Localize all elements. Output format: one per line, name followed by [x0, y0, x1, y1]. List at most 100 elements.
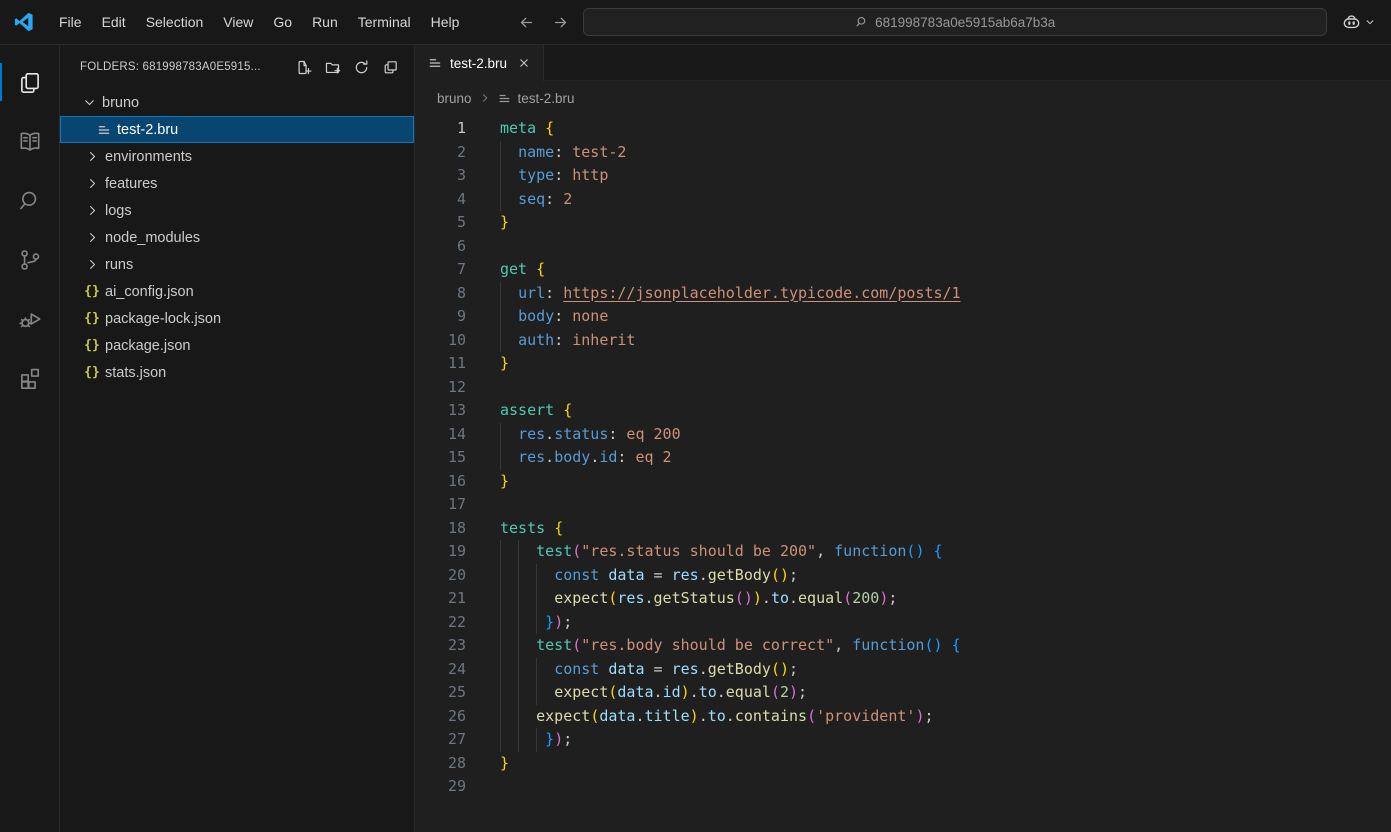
- code-line-7[interactable]: 7get {: [415, 258, 1391, 282]
- refresh-explorer-icon[interactable]: [351, 57, 371, 77]
- code-line-3[interactable]: 3 type: http: [415, 164, 1391, 188]
- tree-item-test-2-bru[interactable]: test-2.bru: [60, 116, 414, 143]
- tree-item-features[interactable]: features: [60, 170, 414, 197]
- line-number: 1: [415, 117, 466, 141]
- activitybar-explorer[interactable]: [0, 53, 60, 112]
- menu-view[interactable]: View: [213, 14, 263, 30]
- code-line-9[interactable]: 9 body: none: [415, 305, 1391, 329]
- tree-item-runs[interactable]: runs: [60, 251, 414, 278]
- code-line-4[interactable]: 4 seq: 2: [415, 188, 1391, 212]
- new-folder-icon[interactable]: [322, 57, 342, 77]
- indent-guide: [500, 728, 501, 752]
- indent-guide: [500, 164, 501, 188]
- code-line-20[interactable]: 20 const data = res.getBody();: [415, 564, 1391, 588]
- code-line-29[interactable]: 29: [415, 775, 1391, 799]
- command-center-search[interactable]: 681998783a0e5915ab6a7b3a: [583, 8, 1327, 36]
- files-icon: [17, 70, 43, 96]
- tree-item-node-modules[interactable]: node_modules: [60, 224, 414, 251]
- activitybar-extensions[interactable]: [0, 348, 60, 407]
- menu-selection[interactable]: Selection: [136, 14, 214, 30]
- chevron-down-icon: [81, 95, 97, 111]
- code-line-24[interactable]: 24 const data = res.getBody();: [415, 658, 1391, 682]
- folders-section-title: FOLDERS: 681998783A0E5915...: [80, 61, 293, 73]
- code-line-15[interactable]: 15 res.body.id: eq 2: [415, 446, 1391, 470]
- activity-bar: [0, 45, 60, 832]
- code-line-22[interactable]: 22 });: [415, 611, 1391, 635]
- code-line-19[interactable]: 19 test("res.status should be 200", func…: [415, 540, 1391, 564]
- close-icon[interactable]: [515, 54, 533, 72]
- json-file-icon: {}: [84, 365, 100, 381]
- code-line-28[interactable]: 28}: [415, 752, 1391, 776]
- line-number: 5: [415, 211, 466, 235]
- tree-item-label: logs: [105, 203, 132, 219]
- tree-item-stats-json[interactable]: {}stats.json: [60, 359, 414, 386]
- breadcrumb-item-folder[interactable]: bruno: [437, 91, 472, 106]
- explorer-sidebar: FOLDERS: 681998783A0E5915... brunotest-2…: [60, 45, 415, 832]
- tree-item-bruno[interactable]: bruno: [60, 89, 414, 116]
- tree-item-package-json[interactable]: {}package.json: [60, 332, 414, 359]
- activitybar-source-control[interactable]: [0, 230, 60, 289]
- code-line-2[interactable]: 2 name: test-2: [415, 141, 1391, 165]
- line-number: 11: [415, 352, 466, 376]
- indent-guide: [518, 611, 519, 635]
- tab-bar-empty-space: [544, 45, 1391, 81]
- new-file-icon[interactable]: [293, 57, 313, 77]
- code-line-25[interactable]: 25 expect(data.id).to.equal(2);: [415, 681, 1391, 705]
- code-line-8[interactable]: 8 url: https://jsonplaceholder.typicode.…: [415, 282, 1391, 306]
- arrow-right-icon[interactable]: [549, 11, 571, 33]
- code-line-26[interactable]: 26 expect(data.title).to.contains('provi…: [415, 705, 1391, 729]
- activitybar-run-and-debug[interactable]: [0, 289, 60, 348]
- line-number: 21: [415, 587, 466, 611]
- indent-guide: [500, 540, 501, 564]
- indent-guide: [518, 540, 519, 564]
- code-line-18[interactable]: 18tests {: [415, 517, 1391, 541]
- code-line-17[interactable]: 17: [415, 493, 1391, 517]
- code-line-11[interactable]: 11}: [415, 352, 1391, 376]
- tree-item-environments[interactable]: environments: [60, 143, 414, 170]
- menu-run[interactable]: Run: [302, 14, 348, 30]
- code-line-13[interactable]: 13assert {: [415, 399, 1391, 423]
- code-text: }: [500, 752, 509, 776]
- extensions-icon: [17, 365, 43, 391]
- explorer-header: FOLDERS: 681998783A0E5915...: [60, 45, 414, 89]
- activitybar-docs-book[interactable]: [0, 112, 60, 171]
- menu-terminal[interactable]: Terminal: [348, 14, 421, 30]
- chevron-right-icon: [84, 176, 100, 192]
- copilot-menu[interactable]: [1341, 12, 1375, 33]
- tree-item-logs[interactable]: logs: [60, 197, 414, 224]
- tree-item-package-lock-json[interactable]: {}package-lock.json: [60, 305, 414, 332]
- tab-test-2-bru[interactable]: test-2.bru: [415, 45, 544, 81]
- code-line-1[interactable]: 1meta {: [415, 117, 1391, 141]
- code-line-6[interactable]: 6: [415, 235, 1391, 259]
- menu-go[interactable]: Go: [263, 14, 302, 30]
- code-line-14[interactable]: 14 res.status: eq 200: [415, 423, 1391, 447]
- code-text: }: [500, 352, 509, 376]
- json-file-icon: {}: [84, 338, 100, 354]
- breadcrumb-item-file[interactable]: test-2.bru: [518, 91, 575, 106]
- code-line-5[interactable]: 5}: [415, 211, 1391, 235]
- search-icon: [855, 15, 869, 29]
- arrow-left-icon[interactable]: [515, 11, 537, 33]
- code-line-10[interactable]: 10 auth: inherit: [415, 329, 1391, 353]
- activitybar-search[interactable]: [0, 171, 60, 230]
- line-number: 19: [415, 540, 466, 564]
- code-line-16[interactable]: 16}: [415, 470, 1391, 494]
- debug-icon: [17, 306, 43, 332]
- code-line-21[interactable]: 21 expect(res.getStatus()).to.equal(200)…: [415, 587, 1391, 611]
- history-navigation: [515, 11, 571, 33]
- code-text: expect(data.id).to.equal(2);: [500, 681, 807, 705]
- line-number: 20: [415, 564, 466, 588]
- code-editor[interactable]: 1meta {2 name: test-23 type: http4 seq: …: [415, 115, 1391, 832]
- menu-edit[interactable]: Edit: [92, 14, 136, 30]
- menu-file[interactable]: File: [49, 14, 92, 30]
- code-text: const data = res.getBody();: [500, 564, 798, 588]
- code-line-12[interactable]: 12: [415, 376, 1391, 400]
- chevron-right-icon: [84, 203, 100, 219]
- code-line-23[interactable]: 23 test("res.body should be correct", fu…: [415, 634, 1391, 658]
- collapse-folders-icon[interactable]: [380, 57, 400, 77]
- chevron-down-icon: [1365, 17, 1375, 27]
- code-line-27[interactable]: 27 });: [415, 728, 1391, 752]
- menu-help[interactable]: Help: [421, 14, 470, 30]
- indent-guide: [518, 564, 519, 588]
- tree-item-ai-config-json[interactable]: {}ai_config.json: [60, 278, 414, 305]
